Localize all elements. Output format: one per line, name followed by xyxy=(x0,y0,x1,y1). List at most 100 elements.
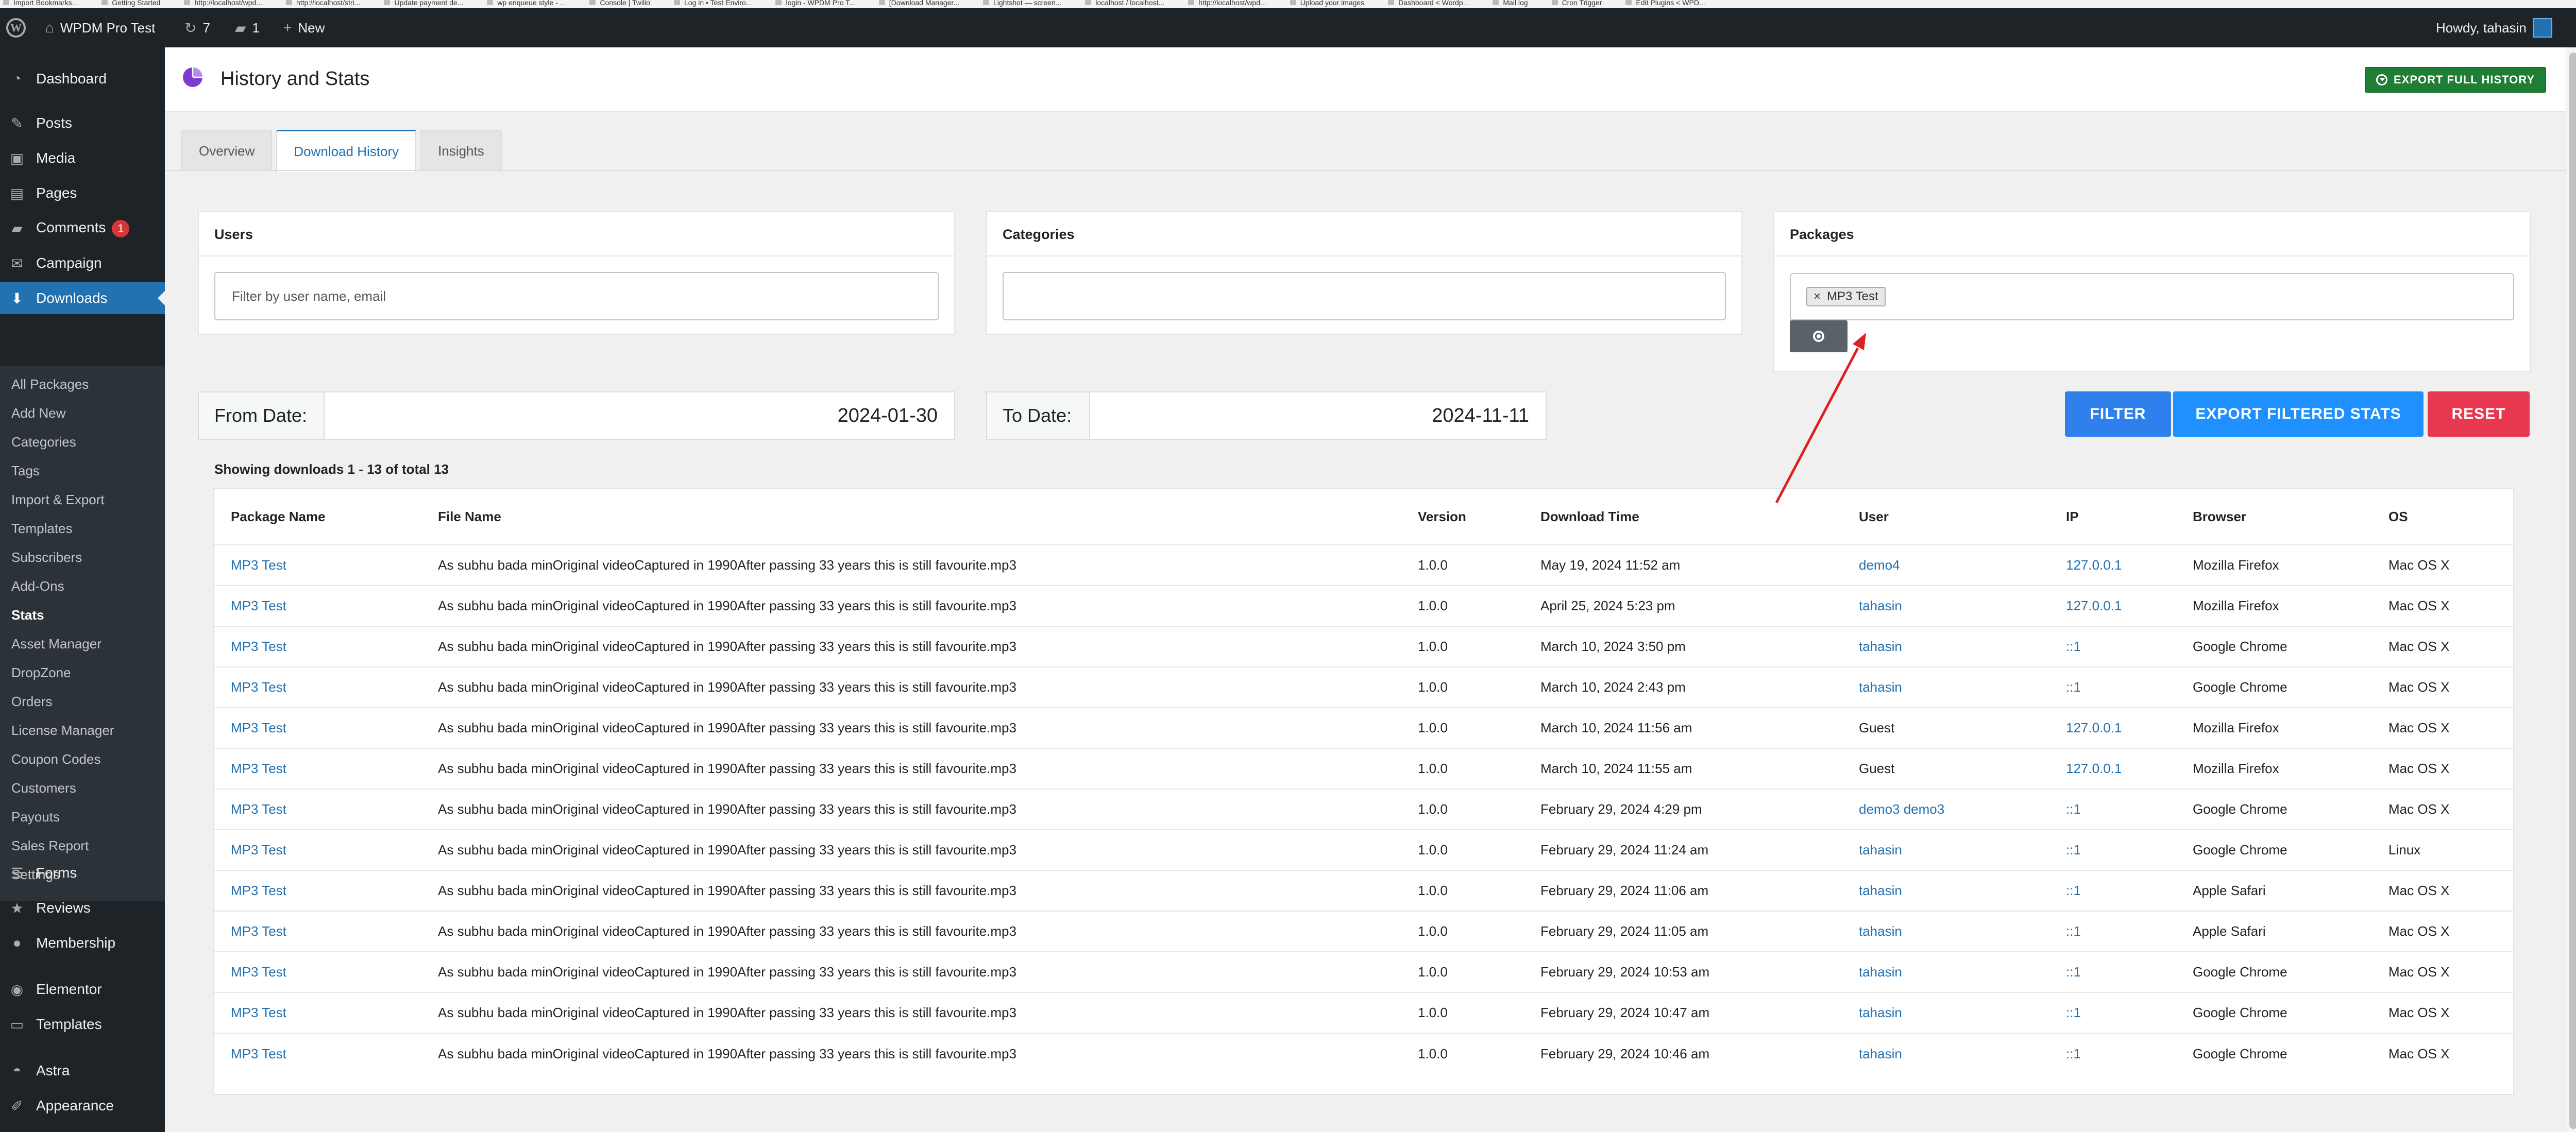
submenu-sales-report[interactable]: Sales Report xyxy=(11,831,89,860)
ip-cell[interactable]: ::1 xyxy=(2049,626,2176,667)
from-date-input[interactable]: 2024-01-30 xyxy=(325,392,954,439)
submenu-dropzone[interactable]: DropZone xyxy=(11,658,71,687)
bookmark-item[interactable]: Lightshot — screen... xyxy=(980,0,1061,6)
user-cell[interactable]: tahasin xyxy=(1842,911,2049,952)
package-name-cell[interactable]: MP3 Test xyxy=(214,544,421,586)
menu-comments[interactable]: ▰ Comments 1 xyxy=(0,212,165,244)
submenu-templates[interactable]: Templates xyxy=(11,514,73,543)
to-date-input[interactable]: 2024-11-11 xyxy=(1090,392,1546,439)
package-name-cell[interactable]: MP3 Test xyxy=(214,707,421,748)
package-name-cell[interactable]: MP3 Test xyxy=(214,585,421,626)
vertical-scrollbar[interactable] xyxy=(2566,47,2576,1132)
bookmark-item[interactable]: Edit Plugins < WPD... xyxy=(1622,0,1705,6)
user-cell[interactable]: tahasin xyxy=(1842,666,2049,708)
updates-menu[interactable]: ↻ 7 xyxy=(184,8,210,47)
menu-membership[interactable]: ● Membership xyxy=(0,927,165,959)
packages-clear-button[interactable] xyxy=(1790,320,1848,352)
account-menu[interactable]: Howdy, tahasin xyxy=(2436,8,2552,47)
packages-filter-input[interactable]: × MP3 Test xyxy=(1790,273,2514,320)
ip-cell[interactable]: ::1 xyxy=(2049,666,2176,708)
package-name-cell[interactable]: MP3 Test xyxy=(214,1033,421,1074)
ip-cell[interactable]: ::1 xyxy=(2049,1033,2176,1074)
bookmark-item[interactable]: Log in • Test Enviro... xyxy=(671,0,752,6)
ip-cell[interactable]: 127.0.0.1 xyxy=(2049,748,2176,789)
menu-elementor[interactable]: ◉ Elementor xyxy=(0,973,165,1005)
users-filter-input[interactable]: Filter by user name, email xyxy=(214,272,939,320)
site-name-menu[interactable]: ⌂ WPDM Pro Test xyxy=(45,8,155,47)
user-cell[interactable]: tahasin xyxy=(1842,992,2049,1033)
menu-posts[interactable]: ✎ Posts xyxy=(0,107,165,139)
submenu-import-export[interactable]: Import & Export xyxy=(11,485,105,514)
user-cell[interactable]: tahasin xyxy=(1842,585,2049,626)
chip-remove-icon[interactable]: × xyxy=(1814,289,1821,304)
bookmark-item[interactable]: Mail log xyxy=(1489,0,1528,6)
bookmark-item[interactable]: login - WPDM Pro T... xyxy=(772,0,855,6)
package-name-cell[interactable]: MP3 Test xyxy=(214,788,421,830)
bookmark-item[interactable]: Getting Started xyxy=(98,0,160,6)
menu-reviews[interactable]: ★ Reviews xyxy=(0,892,165,924)
bookmark-item[interactable]: Import Bookmarks... xyxy=(0,0,78,6)
submenu-orders[interactable]: Orders xyxy=(11,687,52,716)
wp-logo-menu[interactable]: W xyxy=(6,8,26,47)
bookmark-item[interactable]: wp enqueue style - ... xyxy=(484,0,566,6)
bookmark-item[interactable]: Console | Twilio xyxy=(586,0,650,6)
user-cell[interactable]: demo3 demo3 xyxy=(1842,788,2049,830)
user-cell[interactable]: tahasin xyxy=(1842,829,2049,870)
submenu-add-ons[interactable]: Add-Ons xyxy=(11,572,64,601)
bookmark-item[interactable]: Update payment de... xyxy=(381,0,463,6)
menu-campaign[interactable]: ✉ Campaign xyxy=(0,247,165,279)
menu-pages[interactable]: ▤ Pages xyxy=(0,177,165,209)
package-name-cell[interactable]: MP3 Test xyxy=(214,870,421,911)
tab-insights[interactable]: Insights xyxy=(420,130,502,171)
export-filtered-stats-button[interactable]: EXPORT FILTERED STATS xyxy=(2173,391,2424,437)
bookmark-item[interactable]: localhost / localhost... xyxy=(1082,0,1164,6)
submenu-coupon-codes[interactable]: Coupon Codes xyxy=(11,745,100,774)
filter-button[interactable]: FILTER xyxy=(2065,391,2171,437)
submenu-stats[interactable]: Stats xyxy=(11,601,44,629)
bookmark-item[interactable]: http://localhost/wpd... xyxy=(181,0,262,6)
menu-forms[interactable]: ☰ Forms xyxy=(0,857,165,889)
package-name-cell[interactable]: MP3 Test xyxy=(214,911,421,952)
ip-cell[interactable]: ::1 xyxy=(2049,911,2176,952)
menu-astra[interactable]: ◓ Astra xyxy=(0,1055,165,1087)
ip-cell[interactable]: 127.0.0.1 xyxy=(2049,544,2176,586)
user-cell[interactable]: tahasin xyxy=(1842,951,2049,992)
package-name-cell[interactable]: MP3 Test xyxy=(214,951,421,992)
new-content-menu[interactable]: + New xyxy=(283,8,325,47)
menu-dashboard[interactable]: ◔ Dashboard xyxy=(0,63,165,95)
bookmark-item[interactable]: Cron Trigger xyxy=(1549,0,1602,6)
submenu-categories[interactable]: Categories xyxy=(11,427,76,456)
user-cell[interactable]: tahasin xyxy=(1842,870,2049,911)
user-cell[interactable]: tahasin xyxy=(1842,626,2049,667)
user-cell[interactable]: tahasin xyxy=(1842,1033,2049,1074)
menu-downloads[interactable]: ⬇ Downloads xyxy=(0,282,165,314)
submenu-add-new[interactable]: Add New xyxy=(11,399,66,427)
package-name-cell[interactable]: MP3 Test xyxy=(214,992,421,1033)
bookmark-item[interactable]: http://localhost/stri... xyxy=(283,0,360,6)
ip-cell[interactable]: ::1 xyxy=(2049,951,2176,992)
user-cell[interactable]: demo4 xyxy=(1842,544,2049,586)
submenu-all-packages[interactable]: All Packages xyxy=(11,370,89,399)
reset-button[interactable]: RESET xyxy=(2428,391,2530,437)
menu-templates[interactable]: ▭ Templates xyxy=(0,1008,165,1040)
export-full-history-button[interactable]: EXPORT FULL HISTORY xyxy=(2365,67,2546,93)
package-name-cell[interactable]: MP3 Test xyxy=(214,626,421,667)
submenu-tags[interactable]: Tags xyxy=(11,456,40,485)
submenu-license-manager[interactable]: License Manager xyxy=(11,716,114,745)
submenu-subscribers[interactable]: Subscribers xyxy=(11,543,82,572)
bookmark-item[interactable]: [Download Manager... xyxy=(876,0,959,6)
submenu-asset-manager[interactable]: Asset Manager xyxy=(11,629,101,658)
menu-appearance[interactable]: ✐ Appearance xyxy=(0,1090,165,1122)
ip-cell[interactable]: 127.0.0.1 xyxy=(2049,585,2176,626)
package-name-cell[interactable]: MP3 Test xyxy=(214,666,421,708)
ip-cell[interactable]: ::1 xyxy=(2049,829,2176,870)
ip-cell[interactable]: 127.0.0.1 xyxy=(2049,707,2176,748)
ip-cell[interactable]: ::1 xyxy=(2049,992,2176,1033)
scrollbar-thumb[interactable] xyxy=(2569,53,2576,1129)
package-name-cell[interactable]: MP3 Test xyxy=(214,748,421,789)
bookmark-item[interactable]: Upload your images xyxy=(1287,0,1364,6)
categories-filter-input[interactable] xyxy=(1003,272,1726,320)
bookmark-item[interactable]: Dashboard < Wordp... xyxy=(1385,0,1469,6)
tab-download-history[interactable]: Download History xyxy=(276,130,417,172)
bookmark-item[interactable]: http://localhost/wpd... xyxy=(1185,0,1266,6)
